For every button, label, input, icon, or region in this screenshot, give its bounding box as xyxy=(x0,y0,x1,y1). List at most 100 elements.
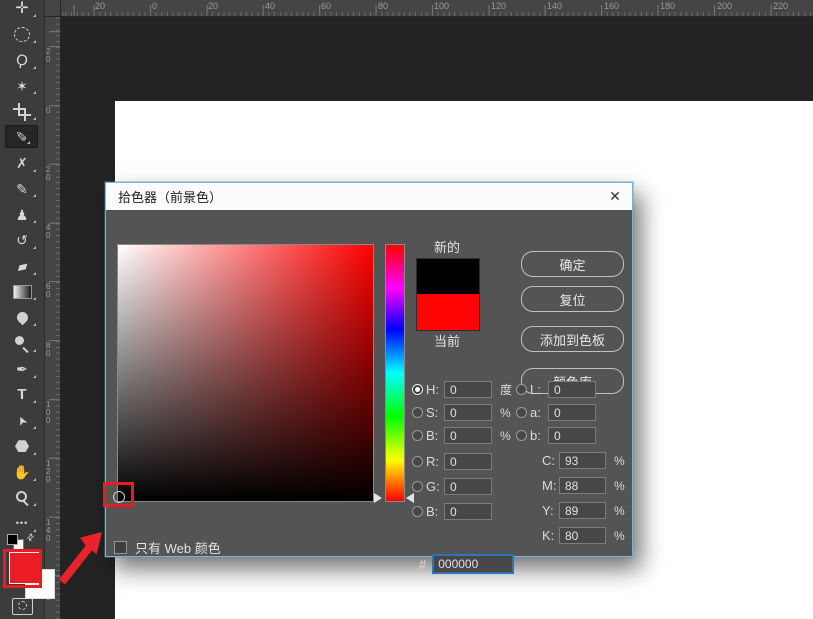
lab-L-input[interactable]: 0 xyxy=(548,381,596,398)
lab-a-radio[interactable] xyxy=(516,407,527,418)
move-tool-icon: ✛ xyxy=(15,1,28,17)
type-tool-icon: T xyxy=(17,387,26,402)
history-brush-tool[interactable]: ↺ xyxy=(0,228,44,253)
cmyk-M-label: M: xyxy=(542,478,559,493)
hsb-S-unit: % xyxy=(500,406,511,420)
horizontal-ruler[interactable]: 20020406080100120140160180200220 xyxy=(44,0,813,17)
zoom-tool[interactable] xyxy=(0,485,44,510)
current-color-label: 当前 xyxy=(416,331,478,350)
cmyk-C-unit: % xyxy=(614,454,625,468)
close-icon[interactable]: ✕ xyxy=(602,183,628,209)
default-colors-icon[interactable] xyxy=(7,534,18,545)
hue-slider[interactable] xyxy=(385,244,405,502)
hsb-H-input[interactable]: 0 xyxy=(444,381,492,398)
add-to-swatches-button[interactable]: 添加到色板 xyxy=(521,326,624,352)
clone-stamp-tool[interactable]: ♟ xyxy=(0,202,44,227)
ruler-origin-corner[interactable] xyxy=(44,0,61,17)
ruler-label: 120 xyxy=(491,1,506,11)
lab-L-radio[interactable] xyxy=(516,384,527,395)
pen-tool[interactable]: ✒ xyxy=(0,357,44,382)
saturation-brightness-field[interactable] xyxy=(117,244,374,502)
rgb-G-label: G: xyxy=(426,479,444,494)
hsb-B-input[interactable]: 0 xyxy=(444,427,492,444)
cmyk-Y-label: Y: xyxy=(542,503,559,518)
cmyk-Y-input[interactable]: 89 xyxy=(559,502,606,519)
hsb-H-radio[interactable] xyxy=(412,384,423,395)
rgb-G-row: G:0 xyxy=(412,474,492,499)
ruler-label: 100 xyxy=(434,1,449,11)
ruler-minor-ticks xyxy=(60,12,813,16)
swap-colors-icon[interactable]: ⇄ xyxy=(24,531,37,544)
healing-brush-tool[interactable]: ✗ xyxy=(0,151,44,176)
rgb-B-input[interactable]: 0 xyxy=(444,503,492,520)
ruler-label: 40 xyxy=(46,224,54,240)
healing-brush-tool-icon: ✗ xyxy=(16,156,28,170)
web-colors-checkbox[interactable] xyxy=(114,541,127,554)
rgb-G-radio[interactable] xyxy=(412,481,423,492)
dialog-titlebar[interactable]: 拾色器（前景色） ✕ xyxy=(106,183,632,210)
lab-a-row: a:0 xyxy=(516,401,596,424)
ruler-label: 180 xyxy=(660,1,675,11)
crop-tool-icon xyxy=(15,105,29,119)
lab-b-input[interactable]: 0 xyxy=(548,427,596,444)
cmyk-C-input[interactable]: 93 xyxy=(559,452,606,469)
blur-tool[interactable] xyxy=(0,305,44,330)
rgb-R-input[interactable]: 0 xyxy=(444,453,492,470)
eraser-tool[interactable]: ▰ xyxy=(0,254,44,279)
brush-tool-icon: ✎ xyxy=(16,182,28,196)
reset-button[interactable]: 复位 xyxy=(521,286,624,312)
hsb-B-radio[interactable] xyxy=(412,430,423,441)
ruler-label: 20 xyxy=(208,1,218,11)
hsb-S-label: S: xyxy=(426,405,444,420)
rgb-G-input[interactable]: 0 xyxy=(444,478,492,495)
current-color-swatch[interactable] xyxy=(417,294,479,330)
hsb-H-label: H: xyxy=(426,382,444,397)
hand-tool[interactable]: ✋ xyxy=(0,460,44,485)
ruler-label: 0 xyxy=(46,107,54,115)
eyedropper-tool-icon: ✐ xyxy=(14,130,28,142)
path-select-tool-icon: ➤ xyxy=(14,413,29,427)
rgb-B-radio[interactable] xyxy=(412,506,423,517)
hsb-B-row: B:0% xyxy=(412,424,512,447)
path-select-tool[interactable]: ➤ xyxy=(0,408,44,433)
hex-prefix-label: # xyxy=(419,557,426,572)
eyedropper-tool[interactable]: ✐ xyxy=(5,125,38,148)
hsb-S-radio[interactable] xyxy=(412,407,423,418)
dodge-tool[interactable] xyxy=(0,331,44,356)
rgb-R-radio[interactable] xyxy=(412,456,423,467)
lab-b-label: b: xyxy=(530,428,548,443)
hsb-S-input[interactable]: 0 xyxy=(444,404,492,421)
lab-L-row: L:0 xyxy=(516,378,596,401)
dialog-body: 新的 当前 确定复位添加到色板颜色库 H:0度S:0%B:0% L:0a:0b:… xyxy=(106,210,632,556)
hsb-B-unit: % xyxy=(500,429,511,443)
magic-wand-tool[interactable]: ✶ xyxy=(0,73,44,98)
cmyk-M-unit: % xyxy=(614,479,625,493)
ok-button[interactable]: 确定 xyxy=(521,251,624,277)
lasso-tool[interactable]: Ϙ xyxy=(0,48,44,73)
lab-a-input[interactable]: 0 xyxy=(548,404,596,421)
move-tool[interactable]: ✛ xyxy=(0,0,44,21)
rgb-R-row: R:0 xyxy=(412,449,492,474)
history-brush-tool-icon: ↺ xyxy=(16,233,28,247)
cmyk-C-label: C: xyxy=(542,453,559,468)
marquee-tool-icon xyxy=(14,27,30,42)
dodge-tool-icon xyxy=(15,336,30,351)
clone-stamp-tool-icon: ♟ xyxy=(16,208,29,222)
more-tools-icon: ••• xyxy=(16,519,28,528)
brush-tool[interactable]: ✎ xyxy=(0,176,44,201)
type-tool[interactable]: T xyxy=(0,382,44,407)
cmyk-Y-row: Y:89% xyxy=(542,498,625,523)
cmyk-K-input[interactable]: 80 xyxy=(559,527,606,544)
crop-tool[interactable] xyxy=(0,99,44,124)
marquee-tool[interactable] xyxy=(0,22,44,47)
shape-tool[interactable] xyxy=(0,434,44,459)
ruler-label: 20 xyxy=(46,48,54,64)
cmyk-M-input[interactable]: 88 xyxy=(559,477,606,494)
cmyk-K-unit: % xyxy=(614,529,625,543)
hex-input[interactable]: 000000 xyxy=(432,554,514,574)
hue-slider-left-arrow-icon[interactable] xyxy=(374,493,382,503)
gradient-tool[interactable] xyxy=(0,279,44,304)
lab-b-radio[interactable] xyxy=(516,430,527,441)
color-compare-swatch xyxy=(416,258,480,331)
gradient-tool-icon xyxy=(13,285,32,299)
